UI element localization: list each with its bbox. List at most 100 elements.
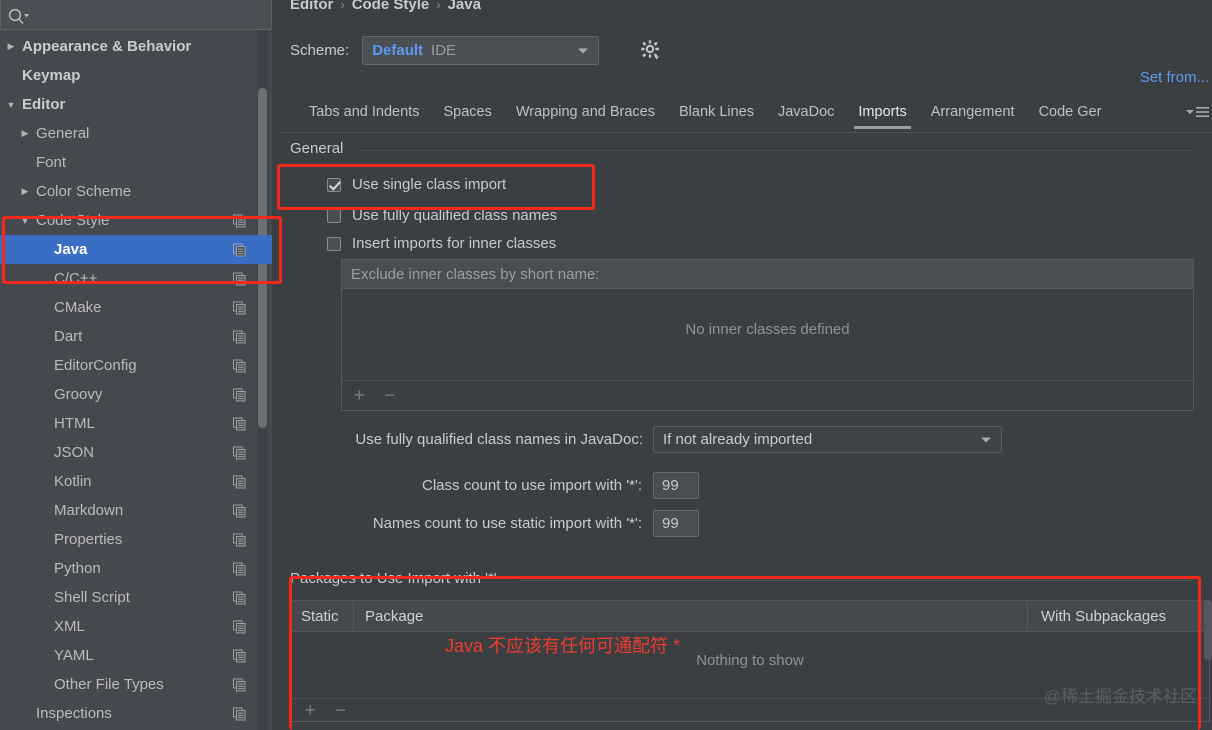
main-scrollbar-thumb[interactable] xyxy=(1204,600,1212,660)
sidebar-item-keymap[interactable]: Keymap xyxy=(0,61,272,90)
chevron-right-icon[interactable]: ▶ xyxy=(18,185,32,199)
javadoc-fqn-value: If not already imported xyxy=(663,431,813,448)
copy-scheme-icon[interactable] xyxy=(233,504,246,517)
sidebar-item-label: Groovy xyxy=(54,386,103,403)
sidebar-item-json[interactable]: JSON xyxy=(0,438,272,467)
scheme-dropdown[interactable]: Default IDE xyxy=(362,36,600,65)
sidebar-item-shell-script[interactable]: Shell Script xyxy=(0,583,272,612)
sidebar-item-java[interactable]: Java xyxy=(0,235,272,264)
copy-scheme-icon[interactable] xyxy=(233,388,246,401)
breadcrumb-part-java[interactable]: Java xyxy=(448,0,481,13)
names-count-row: Names count to use static import with '*… xyxy=(279,510,699,537)
checkbox-label: Use single class import xyxy=(352,176,507,193)
chevron-right-icon[interactable]: ▶ xyxy=(18,127,32,141)
sidebar-item-markdown[interactable]: Markdown xyxy=(0,496,272,525)
copy-scheme-icon[interactable] xyxy=(233,359,246,372)
exclude-empty-message: No inner classes defined xyxy=(685,321,850,338)
sidebar-item-code-style[interactable]: ▼ Code Style xyxy=(0,206,272,235)
tab-tabs-and-indents[interactable]: Tabs and Indents xyxy=(297,100,431,129)
sidebar-item-dart[interactable]: Dart xyxy=(0,322,272,351)
checkbox-insert-imports-for-inner-classes[interactable]: Insert imports for inner classes xyxy=(327,235,556,252)
tab-arrangement[interactable]: Arrangement xyxy=(919,100,1027,129)
tab-spaces[interactable]: Spaces xyxy=(431,100,503,129)
column-header-package[interactable]: Package xyxy=(354,600,1028,632)
copy-scheme-icon[interactable] xyxy=(233,707,246,720)
exclude-inner-classes-body[interactable]: No inner classes defined xyxy=(342,289,1193,381)
sidebar-item-kotlin[interactable]: Kotlin xyxy=(0,467,272,496)
copy-scheme-icon[interactable] xyxy=(233,533,246,546)
chevron-down-icon[interactable]: ▼ xyxy=(4,98,18,112)
sidebar-item-label: Inspections xyxy=(36,705,112,722)
sidebar-item-groovy[interactable]: Groovy xyxy=(0,380,272,409)
names-count-input[interactable]: 99 xyxy=(653,510,699,537)
add-button[interactable]: + xyxy=(354,385,365,406)
copy-scheme-icon[interactable] xyxy=(233,562,246,575)
chevron-right-icon[interactable]: ▶ xyxy=(4,40,18,54)
copy-scheme-icon[interactable] xyxy=(233,330,246,343)
copy-scheme-icon[interactable] xyxy=(233,417,246,430)
copy-scheme-icon[interactable] xyxy=(233,475,246,488)
column-header-static[interactable]: Static xyxy=(291,600,354,632)
sidebar-item-inspections[interactable]: Inspections xyxy=(0,699,272,728)
breadcrumb-part-editor[interactable]: Editor xyxy=(290,0,333,13)
sidebar-item-xml[interactable]: XML xyxy=(0,612,272,641)
checkbox-box[interactable] xyxy=(327,208,341,223)
sidebar-item-label: Appearance & Behavior xyxy=(22,38,192,55)
copy-scheme-icon[interactable] xyxy=(233,301,246,314)
general-section-title: General xyxy=(290,140,344,157)
settings-sidebar: ▶ Appearance & Behavior Keymap ▼ Editor ▶ Gene… xyxy=(0,0,272,730)
class-count-input[interactable]: 99 xyxy=(653,472,699,499)
sidebar-item-color-scheme[interactable]: ▶ Color Scheme xyxy=(0,177,272,206)
breadcrumb-part-code-style[interactable]: Code Style xyxy=(352,0,430,13)
sidebar-item-editor[interactable]: ▼ Editor xyxy=(0,90,272,119)
tab-imports[interactable]: Imports xyxy=(846,100,918,129)
tab-blank-lines[interactable]: Blank Lines xyxy=(667,100,766,129)
copy-scheme-icon[interactable] xyxy=(233,446,246,459)
checkbox-box[interactable] xyxy=(327,236,341,251)
sidebar-item-font[interactable]: Font xyxy=(0,148,272,177)
sidebar-item-python[interactable]: Python xyxy=(0,554,272,583)
checkbox-use-fully-qualified-class-names[interactable]: Use fully qualified class names xyxy=(327,207,557,224)
checkbox-use-single-class-import[interactable]: Use single class import xyxy=(327,176,506,193)
remove-button[interactable]: − xyxy=(336,700,347,721)
sidebar-item-appearance-behavior[interactable]: ▶ Appearance & Behavior xyxy=(0,32,272,61)
tab-label: Wrapping and Braces xyxy=(515,104,656,120)
tab-javadoc[interactable]: JavaDoc xyxy=(766,100,846,129)
chevron-down-icon[interactable]: ▼ xyxy=(18,214,32,228)
annotation-text: Java 不应该有任何可通配符 * xyxy=(445,636,681,656)
copy-scheme-icon[interactable] xyxy=(233,649,246,662)
javadoc-fqn-label: Use fully qualified class names in JavaD… xyxy=(355,431,643,448)
sidebar-item-label: CMake xyxy=(54,299,102,316)
copy-scheme-icon[interactable] xyxy=(233,272,246,285)
sidebar-item-label: YAML xyxy=(54,647,94,664)
sidebar-item-label: Code Style xyxy=(36,212,110,229)
checkbox-box[interactable] xyxy=(327,177,341,192)
remove-button[interactable]: − xyxy=(385,385,396,406)
copy-scheme-icon[interactable] xyxy=(233,214,246,227)
javadoc-fqn-dropdown[interactable]: If not already imported xyxy=(653,426,1002,453)
set-from-link[interactable]: Set from... xyxy=(1140,69,1209,86)
copy-scheme-icon[interactable] xyxy=(233,620,246,633)
add-button[interactable]: + xyxy=(305,700,316,721)
sidebar-item-other-file-types[interactable]: Other File Types xyxy=(0,670,272,699)
search-input[interactable] xyxy=(0,0,272,30)
scheme-row: Scheme: Default IDE xyxy=(290,36,600,65)
copy-scheme-icon[interactable] xyxy=(233,678,246,691)
tab-overflow-button[interactable] xyxy=(1186,106,1209,118)
tab-code-ger[interactable]: Code Ger xyxy=(1027,100,1114,129)
tab-wrapping-and-braces[interactable]: Wrapping and Braces xyxy=(504,100,667,129)
exclude-toolbar: + − xyxy=(342,381,1193,409)
sidebar-item-cmake[interactable]: CMake xyxy=(0,293,272,322)
column-header-with-subpackages[interactable]: With Subpackages xyxy=(1028,601,1209,632)
javadoc-fqn-row: Use fully qualified class names in JavaD… xyxy=(279,426,1212,453)
copy-scheme-icon[interactable] xyxy=(233,591,246,604)
copy-scheme-icon[interactable] xyxy=(233,243,246,256)
sidebar-item-properties[interactable]: Properties xyxy=(0,525,272,554)
sidebar-item-label: EditorConfig xyxy=(54,357,137,374)
sidebar-item-html[interactable]: HTML xyxy=(0,409,272,438)
sidebar-item-editorconfig[interactable]: EditorConfig xyxy=(0,351,272,380)
sidebar-item-c-c[interactable]: C/C++ xyxy=(0,264,272,293)
gear-icon[interactable] xyxy=(640,39,662,61)
sidebar-item-yaml[interactable]: YAML xyxy=(0,641,272,670)
sidebar-item-general[interactable]: ▶ General xyxy=(0,119,272,148)
